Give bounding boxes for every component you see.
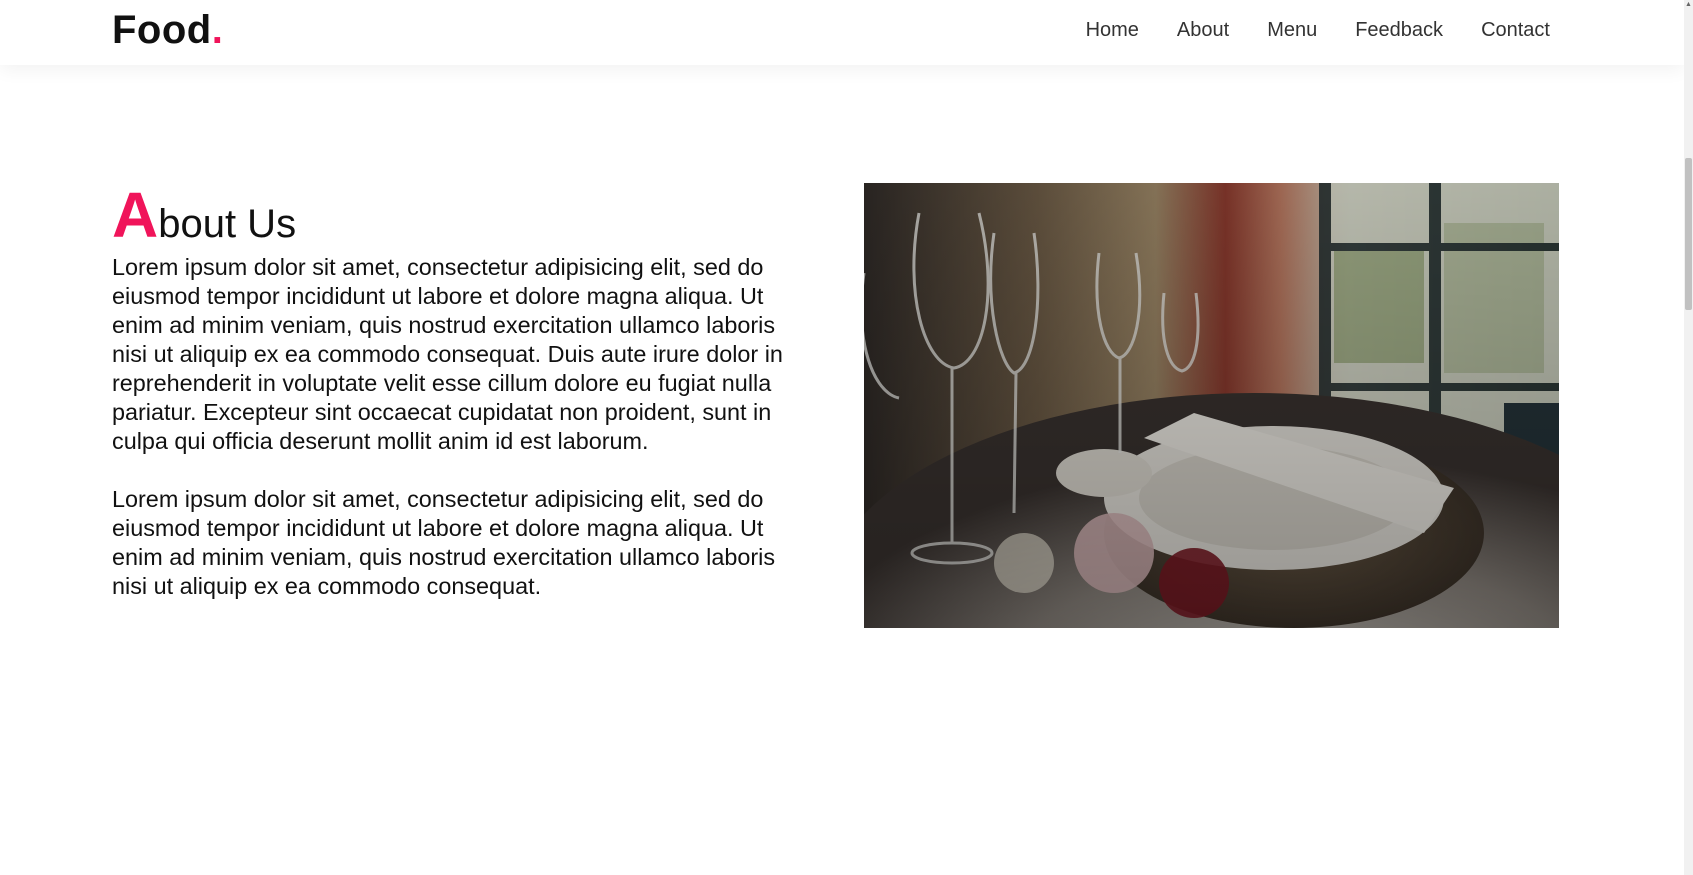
about-title: About Us	[112, 183, 812, 253]
about-paragraph-1: Lorem ipsum dolor sit amet, consectetur …	[112, 254, 783, 454]
about-image	[864, 183, 1559, 628]
scrollbar-thumb[interactable]	[1685, 158, 1692, 310]
nav-link-feedback[interactable]: Feedback	[1355, 17, 1443, 43]
nav-link-home[interactable]: Home	[1086, 17, 1139, 43]
about-text-column: About Us Lorem ipsum dolor sit amet, con…	[112, 183, 812, 601]
page: Food. Home About Menu Feedback Contact A…	[0, 0, 1693, 875]
nav-menu: Home About Menu Feedback Contact	[1086, 17, 1550, 43]
nav-link-menu[interactable]: Menu	[1267, 17, 1317, 43]
nav-link-contact[interactable]: Contact	[1481, 17, 1550, 43]
about-paragraph-2: Lorem ipsum dolor sit amet, consectetur …	[112, 486, 776, 599]
scroll-up-arrow-icon[interactable]: ▲	[1684, 0, 1693, 9]
brand-name: Food	[112, 8, 212, 52]
brand-logo[interactable]: Food.	[112, 8, 223, 52]
brand-dot: .	[211, 8, 224, 52]
navbar: Food. Home About Menu Feedback Contact	[0, 0, 1684, 65]
restaurant-table-photo	[864, 183, 1559, 628]
nav-link-about[interactable]: About	[1177, 17, 1229, 43]
page-scrollbar[interactable]: ▲	[1684, 0, 1693, 875]
about-title-initial: A	[112, 179, 159, 251]
about-title-rest: bout Us	[158, 202, 297, 246]
